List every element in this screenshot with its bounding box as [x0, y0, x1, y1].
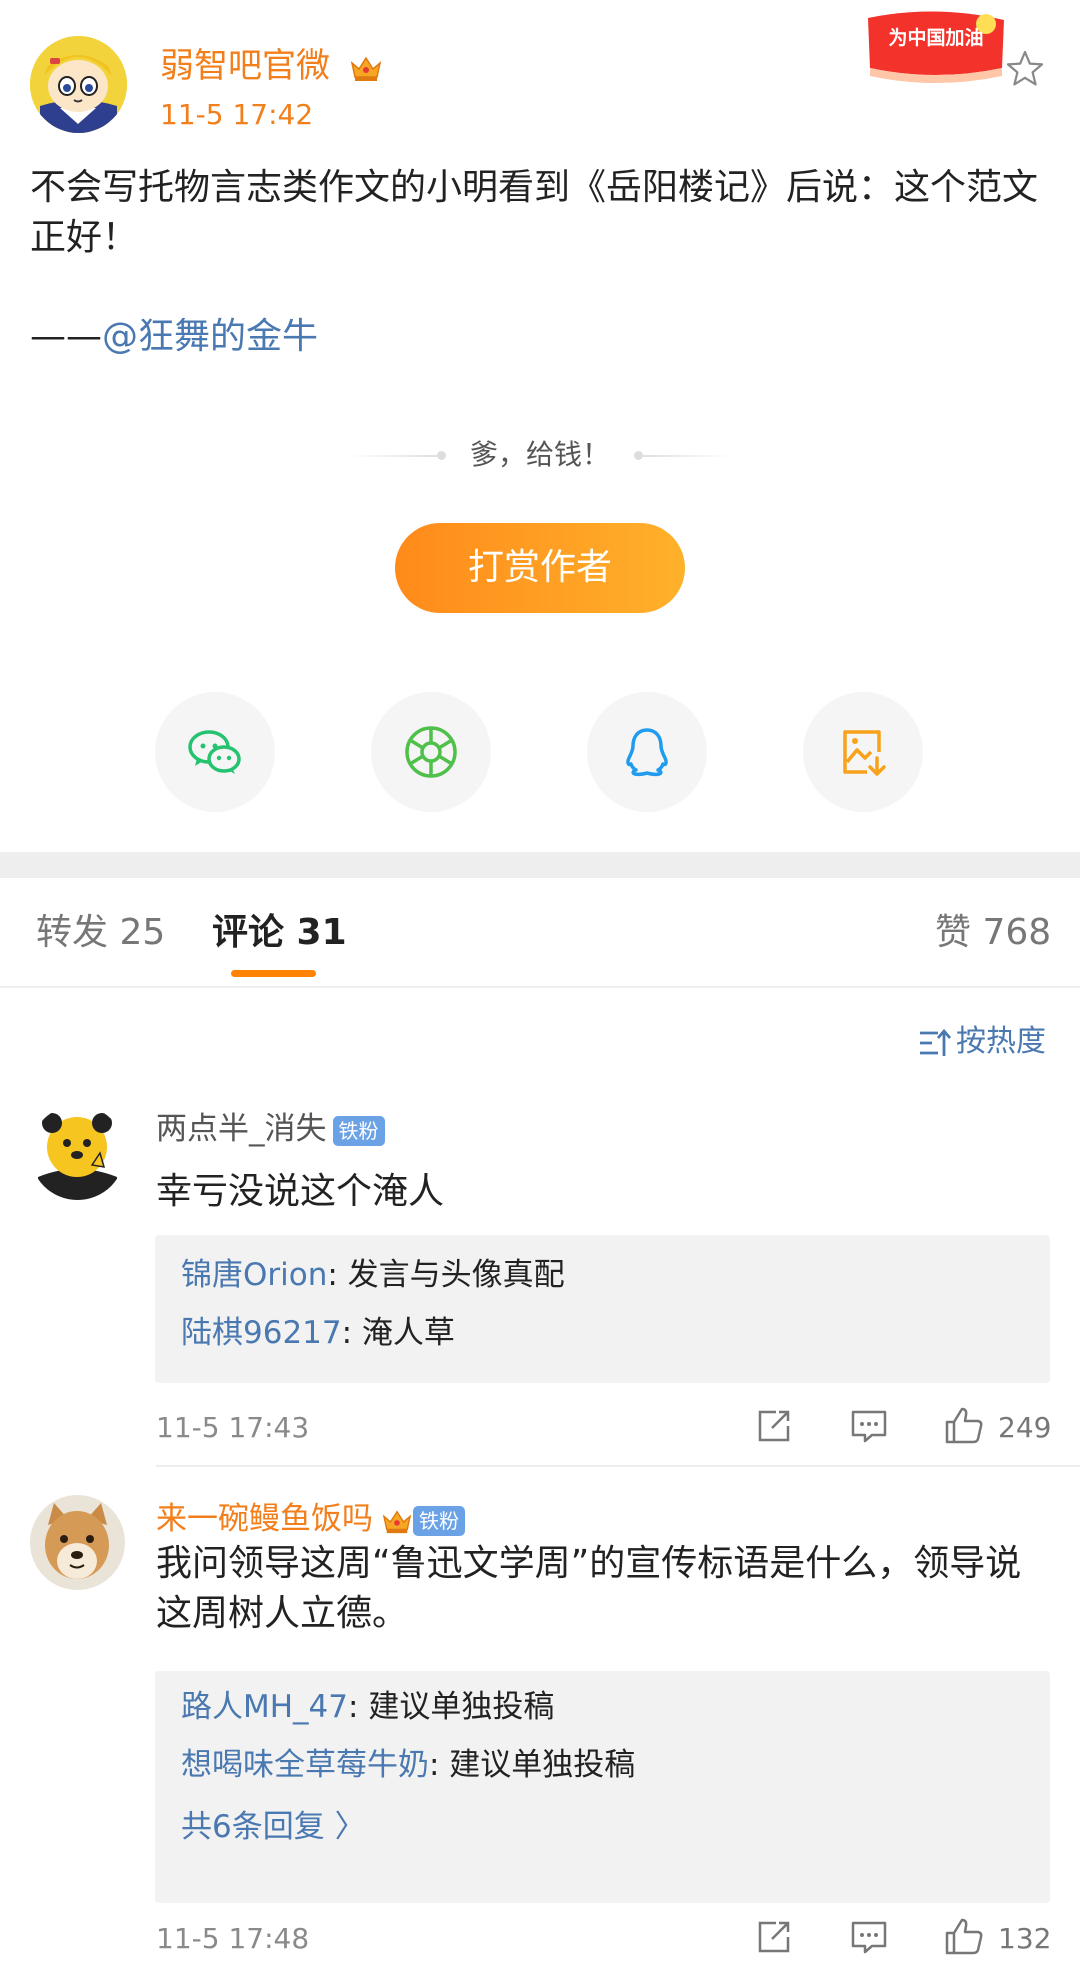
reply-item[interactable]: 想喝味全草莓牛奶: 建议单独投稿: [181, 1745, 635, 1785]
view-all-replies-link[interactable]: 共6条回复 〉: [181, 1807, 366, 1847]
iron-fan-badge: 铁粉: [413, 1505, 465, 1536]
comment-text: 我问领导这周“鲁迅文学周”的宣传标语是什么，领导说这周树人立德。: [156, 1543, 1022, 1634]
tab-comment[interactable]: 评论 31: [212, 910, 347, 956]
vip-crown-icon: [350, 56, 382, 81]
comment-item: 来一碗鳗鱼饭吗 铁粉 我问领导这周“鲁迅文学周”的宣传标语是什么，领导说这周树人…: [0, 1495, 1080, 1963]
author-name-text[interactable]: 弱智吧官微: [160, 46, 330, 86]
commenter-name[interactable]: 来一碗鳗鱼饭吗 铁粉: [156, 1499, 465, 1539]
share-qq-button[interactable]: [587, 692, 707, 812]
author-name[interactable]: 弱智吧官微: [160, 44, 383, 88]
comment-time: 11-5 17:48: [156, 1922, 310, 1955]
badge-text: 为中国加油: [888, 26, 983, 49]
tip-divider-right: [637, 455, 732, 457]
sort-label[interactable]: 按热度: [956, 1024, 1046, 1059]
comment-icon[interactable]: [850, 1919, 888, 1955]
tab-repost[interactable]: 转发 25: [36, 910, 165, 956]
reply-item[interactable]: 路人MH_47: 建议单独投稿: [181, 1687, 554, 1727]
reward-tip-text: 爹，给钱！: [469, 438, 610, 471]
share-wechat-button[interactable]: [155, 692, 275, 812]
tab-like[interactable]: 赞 768: [935, 910, 1051, 956]
iron-fan-badge: 铁粉: [332, 1115, 385, 1146]
reply-text: : 建议单独投稿: [348, 1689, 555, 1725]
reply-text: : 淹人草: [341, 1315, 455, 1351]
post-time: 11-5 17:42: [160, 98, 314, 131]
qq-icon: [626, 728, 668, 777]
commenter-avatar-image: [30, 1105, 125, 1200]
reply-item[interactable]: 陆棋96217: 淹人草: [181, 1313, 455, 1353]
commenter-avatar[interactable]: [30, 1105, 125, 1200]
comment-item: 两点半_消失 铁粉 幸亏没说这个淹人 锦唐Orion: 发言与头像真配 陆棋962…: [0, 1105, 1080, 1485]
reply-preview-box[interactable]: 锦唐Orion: 发言与头像真配 陆棋96217: 淹人草: [155, 1235, 1050, 1383]
share-moments-button[interactable]: [371, 692, 491, 812]
commenter-name-text[interactable]: 来一碗鳗鱼饭吗: [156, 1501, 373, 1537]
interaction-tabs: 转发 25 评论 31 赞 768: [0, 878, 1080, 988]
share-row: [0, 692, 1080, 812]
like-icon[interactable]: [944, 1405, 984, 1445]
china-cheer-badge-image: 为中国加油: [868, 11, 1004, 83]
like-count: 132: [998, 1922, 1052, 1955]
commenter-name-text[interactable]: 两点半_消失: [156, 1111, 327, 1147]
post-card: 弱智吧官微 11-5 17:42 为中国加油 不会写托物言志类作文的小明看到《岳…: [0, 0, 1080, 852]
wechat-icon: [188, 730, 241, 774]
vip-crown-icon: [382, 1509, 412, 1533]
comment-text: 幸亏没说这个淹人: [156, 1171, 445, 1212]
reply-author[interactable]: 锦唐Orion: [181, 1257, 327, 1293]
reward-tip-row: 爹，给钱！: [0, 440, 1080, 470]
repost-icon[interactable]: [756, 1919, 792, 1955]
reply-author[interactable]: 陆棋96217: [181, 1315, 342, 1351]
moments-icon: [405, 726, 457, 778]
sort-icon: [920, 1028, 952, 1056]
like-icon[interactable]: [944, 1916, 984, 1956]
post-body-text: 不会写托物言志类作文的小明看到《岳阳楼记》后说：这个范文正好！: [30, 167, 1039, 258]
post-signature: ——@狂舞的金牛: [30, 312, 318, 362]
comment-time: 11-5 17:43: [156, 1411, 310, 1444]
commenter-avatar[interactable]: [30, 1495, 125, 1590]
reward-author-button[interactable]: 打赏作者: [395, 523, 685, 613]
save-image-icon: [843, 730, 886, 776]
reply-preview-box[interactable]: 路人MH_47: 建议单独投稿 想喝味全草莓牛奶: 建议单独投稿 共6条回复 〉: [155, 1671, 1050, 1903]
comment-icon[interactable]: [850, 1408, 888, 1444]
favorite-star-icon[interactable]: [1004, 48, 1046, 90]
author-avatar[interactable]: [30, 36, 127, 133]
reply-text: : 建议单独投稿: [429, 1747, 636, 1783]
reply-text: : 发言与头像真配: [327, 1257, 565, 1293]
popuko-avatar-image: [30, 36, 127, 133]
repost-icon[interactable]: [756, 1408, 792, 1444]
commenter-avatar-image: [30, 1495, 125, 1590]
comment-separator: [156, 1465, 1080, 1467]
like-count: 249: [998, 1411, 1052, 1444]
commenter-name[interactable]: 两点半_消失 铁粉: [156, 1109, 385, 1149]
reply-item[interactable]: 锦唐Orion: 发言与头像真配: [181, 1255, 565, 1295]
reply-author[interactable]: 路人MH_47: [181, 1689, 348, 1725]
signature-prefix: ——: [30, 316, 102, 357]
author-mention-link[interactable]: @狂舞的金牛: [102, 316, 318, 357]
reply-author[interactable]: 想喝味全草莓牛奶: [181, 1747, 429, 1783]
save-image-button[interactable]: [803, 692, 923, 812]
section-divider: [0, 852, 1080, 878]
sort-by-hot-button[interactable]: 按热度: [918, 1022, 1046, 1062]
active-tab-indicator: [231, 970, 316, 977]
china-cheer-badge[interactable]: 为中国加油: [856, 6, 1016, 86]
